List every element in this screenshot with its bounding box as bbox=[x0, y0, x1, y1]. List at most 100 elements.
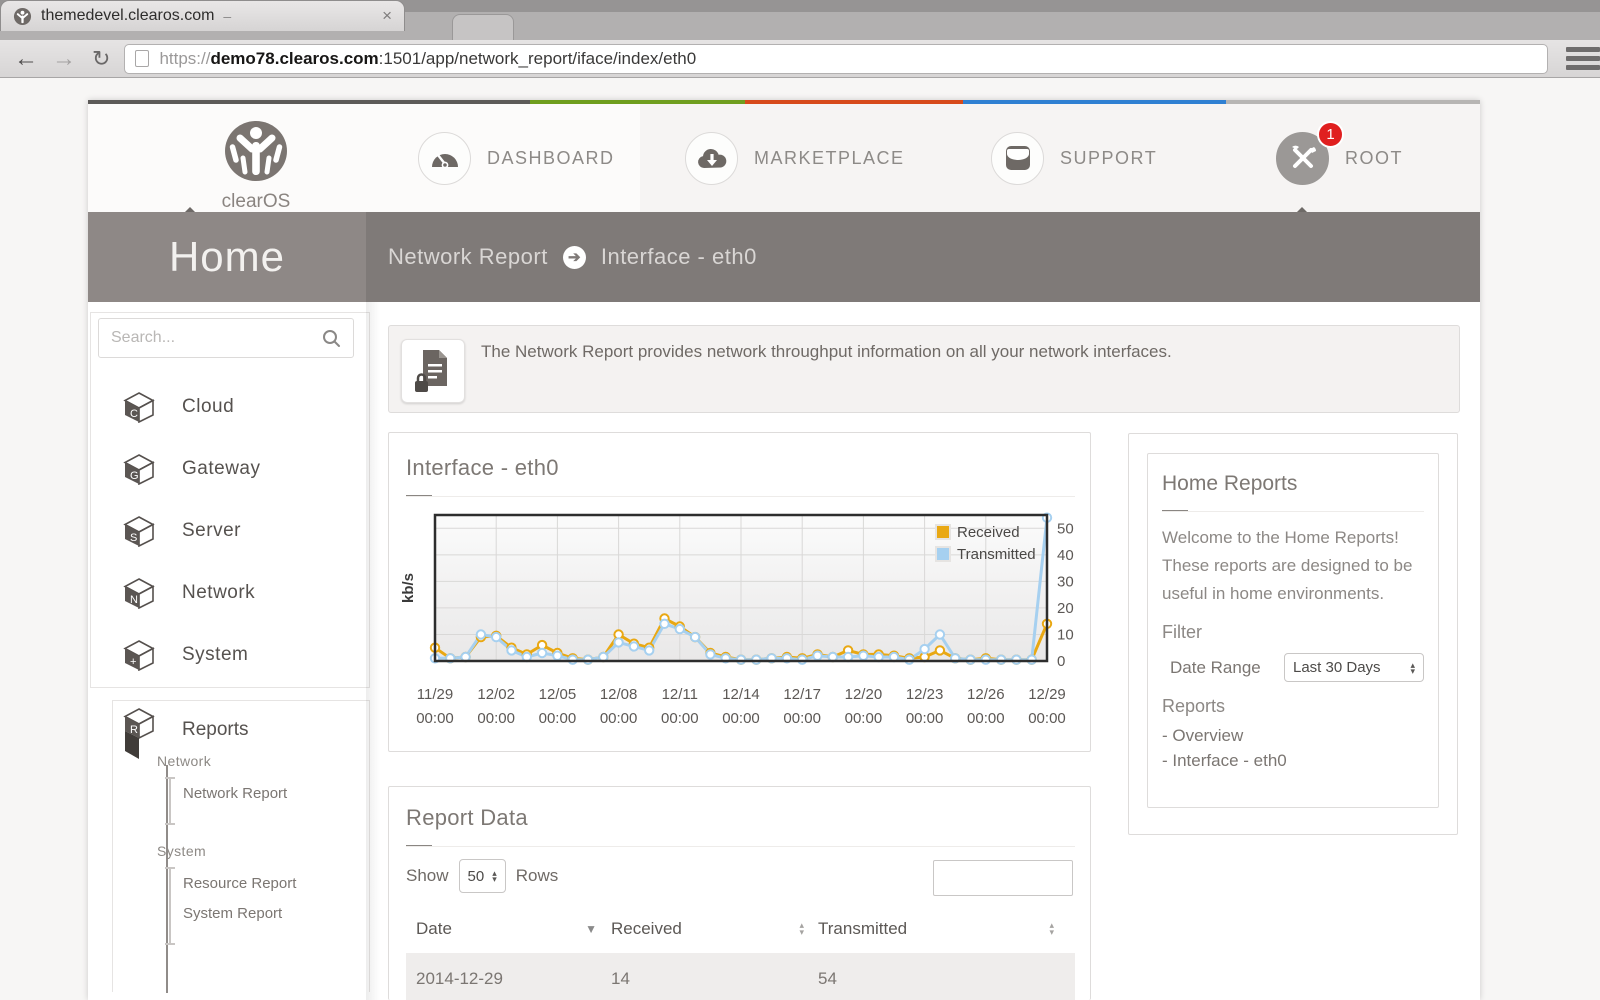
support-box-icon bbox=[991, 132, 1044, 185]
filter-heading: Filter bbox=[1162, 622, 1424, 643]
report-link-interface-eth0[interactable]: - Interface - eth0 bbox=[1162, 748, 1424, 773]
nav-label: ROOT bbox=[1345, 148, 1403, 169]
svg-text:00:00: 00:00 bbox=[906, 710, 944, 727]
report-data-panel: Report Data Show 50 ▴▾ Rows Date▼Receive… bbox=[388, 786, 1091, 1000]
sort-icon: ▴▾ bbox=[799, 922, 804, 936]
sidebar-item-server[interactable]: SServer bbox=[98, 500, 358, 562]
report-link-overview[interactable]: - Overview bbox=[1162, 723, 1424, 748]
table-row: 2014-12-291454 bbox=[406, 953, 1075, 1000]
svg-text:12/29: 12/29 bbox=[1028, 686, 1066, 703]
sidebar-item-network[interactable]: NNetwork bbox=[98, 562, 358, 624]
cell-date: 2014-12-29 bbox=[406, 969, 611, 989]
cube-icon-network: N bbox=[122, 577, 156, 609]
reports-heading: Reports bbox=[1162, 696, 1424, 717]
browser-menu-icon[interactable] bbox=[1566, 47, 1600, 70]
reports-panel: R Reports NetworkNetwork ReportSystemRes… bbox=[112, 700, 370, 992]
breadcrumb-parent[interactable]: Network Report bbox=[388, 244, 548, 270]
report-table: Date▼Received▴▾Transmitted▴▾ 2014-12-2914… bbox=[406, 905, 1075, 1000]
svg-text:12/11: 12/11 bbox=[662, 686, 698, 703]
svg-text:30: 30 bbox=[1057, 573, 1074, 590]
tools-icon: 1 bbox=[1276, 132, 1329, 185]
nav-support[interactable]: SUPPORT bbox=[991, 104, 1157, 212]
clearos-logo[interactable]: clearOS bbox=[196, 120, 316, 213]
cube-icon-system: + bbox=[122, 639, 156, 671]
sort-desc-icon: ▼ bbox=[585, 922, 597, 936]
nav-dashboard[interactable]: DASHBOARD bbox=[418, 104, 615, 212]
page-icon bbox=[135, 50, 149, 67]
tab-title: themedevel.clearos.com bbox=[41, 7, 214, 25]
svg-text:12/23: 12/23 bbox=[906, 686, 944, 703]
url-bar[interactable]: https://demo78.clearos.com:1501/app/netw… bbox=[124, 44, 1548, 74]
table-filter-input[interactable] bbox=[933, 860, 1073, 896]
browser-tab[interactable]: themedevel.clearos.com – × bbox=[0, 0, 405, 31]
svg-text:10: 10 bbox=[1057, 626, 1074, 643]
clearos-logo-icon bbox=[223, 120, 289, 184]
report-lock-icon bbox=[401, 339, 465, 403]
svg-text:00:00: 00:00 bbox=[600, 710, 638, 727]
welcome-line: useful in home environments. bbox=[1162, 580, 1424, 608]
app-window: clearOS DASHBOARD bbox=[88, 100, 1480, 1000]
svg-text:00:00: 00:00 bbox=[661, 710, 699, 727]
date-range-select[interactable]: Last 30 Days ▴▾ bbox=[1284, 653, 1424, 682]
svg-text:00:00: 00:00 bbox=[1028, 710, 1066, 727]
tree-link-network-report[interactable]: Network Report bbox=[183, 785, 287, 802]
search-input[interactable] bbox=[111, 329, 322, 347]
svg-text:11/29: 11/29 bbox=[417, 686, 453, 703]
column-header-received[interactable]: Received▴▾ bbox=[611, 919, 818, 939]
nav-marketplace[interactable]: MARKETPLACE bbox=[685, 104, 905, 212]
svg-text:00:00: 00:00 bbox=[967, 710, 1005, 727]
svg-text:Received: Received bbox=[957, 524, 1020, 541]
tree-link-resource-report[interactable]: Resource Report bbox=[183, 875, 296, 892]
sidebar-item-system[interactable]: +System bbox=[98, 624, 358, 686]
welcome-line: These reports are designed to be bbox=[1162, 552, 1424, 580]
svg-text:12/02: 12/02 bbox=[477, 686, 515, 703]
svg-text:12/26: 12/26 bbox=[967, 686, 1005, 703]
back-icon[interactable]: ← bbox=[14, 47, 38, 71]
tree-link-system-report[interactable]: System Report bbox=[183, 905, 282, 922]
sidebar-item-gateway[interactable]: G Gateway bbox=[98, 438, 358, 500]
sidebar: CCloud GGateway SServer NNetwork +System… bbox=[88, 302, 366, 1000]
sidebar-item-reports[interactable]: R Reports bbox=[113, 701, 369, 763]
section-title-bar: Home bbox=[88, 212, 366, 302]
panel-title: Interface - eth0 bbox=[406, 455, 559, 481]
app-header: clearOS DASHBOARD bbox=[88, 104, 1480, 212]
sidebar-item-label: Gateway bbox=[182, 458, 260, 480]
intro-text: The Network Report provides network thro… bbox=[481, 342, 1431, 362]
sidebar-search[interactable] bbox=[98, 318, 354, 358]
breadcrumb-arrow-icon: ➔ bbox=[563, 246, 586, 269]
sort-icon: ▴▾ bbox=[1049, 922, 1054, 936]
spinner-icon: ▴▾ bbox=[1410, 662, 1415, 674]
cube-icon-reports: R bbox=[121, 707, 157, 763]
sidebar-item-cloud[interactable]: CCloud bbox=[98, 376, 358, 438]
favicon-clearos bbox=[13, 7, 32, 26]
svg-text:12/05: 12/05 bbox=[539, 686, 577, 703]
intro-box: The Network Report provides network thro… bbox=[388, 325, 1460, 413]
svg-text:C: C bbox=[130, 408, 138, 420]
svg-text:00:00: 00:00 bbox=[845, 710, 883, 727]
rows-per-page-select[interactable]: 50 ▴▾ bbox=[459, 859, 506, 893]
nav-root[interactable]: 1 ROOT bbox=[1276, 104, 1403, 212]
notification-badge[interactable]: 1 bbox=[1317, 121, 1344, 148]
svg-text:40: 40 bbox=[1057, 547, 1074, 564]
welcome-line: Welcome to the Home Reports! bbox=[1162, 524, 1424, 552]
cube-icon-gateway: G bbox=[122, 453, 156, 485]
svg-text:0: 0 bbox=[1057, 653, 1065, 670]
cube-icon-server: S bbox=[122, 515, 156, 547]
title-rule-light bbox=[406, 846, 1075, 847]
new-tab-button[interactable] bbox=[452, 14, 514, 40]
column-header-transmitted[interactable]: Transmitted▴▾ bbox=[818, 919, 1068, 939]
cell-received: 14 bbox=[611, 969, 818, 989]
logo-text: clearOS bbox=[196, 191, 316, 213]
column-header-date[interactable]: Date▼ bbox=[406, 919, 611, 939]
svg-text:00:00: 00:00 bbox=[722, 710, 760, 727]
search-icon[interactable] bbox=[322, 329, 341, 348]
gauge-icon bbox=[418, 132, 471, 185]
panel-title: Report Data bbox=[406, 805, 528, 831]
url-text: https://demo78.clearos.com:1501/app/netw… bbox=[159, 49, 696, 69]
nav-label: SUPPORT bbox=[1060, 148, 1157, 169]
cube-icon-cloud: C bbox=[122, 391, 156, 423]
svg-text:00:00: 00:00 bbox=[477, 710, 515, 727]
reload-icon[interactable]: ↻ bbox=[92, 48, 110, 70]
forward-icon[interactable]: → bbox=[52, 47, 76, 71]
tab-close-icon[interactable]: × bbox=[382, 6, 392, 26]
